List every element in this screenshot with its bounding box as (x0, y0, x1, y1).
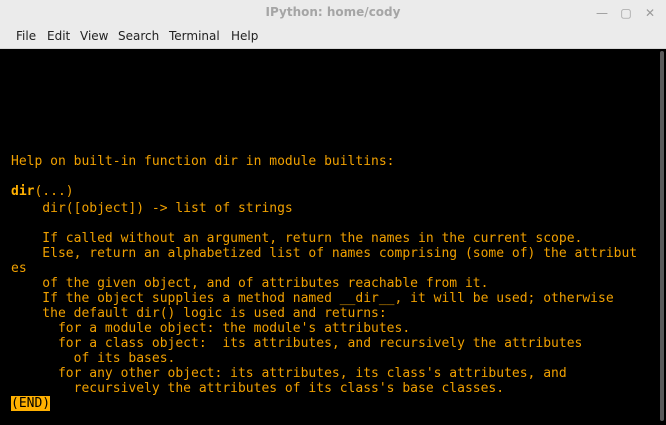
help-header-line: Help on built-in function dir in module … (11, 154, 395, 169)
window-title: IPython: home/cody (265, 5, 401, 19)
function-args: (...) (34, 184, 74, 199)
minimize-icon[interactable]: — (592, 3, 612, 23)
doc-line: If the object supplies a method named __… (11, 291, 614, 306)
doc-line: for a class object: its attributes, and … (11, 336, 583, 351)
menu-bar: File Edit View Search Terminal Help (0, 26, 666, 49)
title-bar[interactable]: IPython: home/cody — ▢ ✕ (0, 0, 666, 26)
scrollbar-thumb[interactable] (660, 51, 664, 421)
pager-end-line[interactable]: (END) (11, 396, 51, 411)
menu-view[interactable]: View (80, 29, 108, 43)
menu-edit[interactable]: Edit (47, 29, 70, 43)
doc-line: of the given object, and of attributes r… (11, 276, 489, 291)
terminal-output[interactable]: Help on built-in function dir in module … (0, 49, 657, 425)
doc-line-wrap: es (11, 261, 27, 276)
doc-line: the default dir() logic is used and retu… (11, 306, 387, 321)
doc-line: of its bases. (11, 351, 176, 366)
function-name: dir (11, 184, 35, 199)
vertical-scrollbar[interactable] (657, 49, 666, 425)
doc-line: Else, return an alphabetized list of nam… (11, 246, 638, 261)
signature-line: dir(...) (11, 184, 74, 199)
maximize-icon[interactable]: ▢ (616, 3, 636, 23)
doc-line: for a module object: the module's attrib… (11, 321, 411, 336)
terminal-window: IPython: home/cody — ▢ ✕ File Edit View … (0, 0, 666, 425)
doc-line: If called without an argument, return th… (11, 231, 583, 246)
menu-file[interactable]: File (16, 29, 36, 43)
end-marker: (END) (11, 396, 51, 411)
doc-line: for any other object: its attributes, it… (11, 366, 567, 381)
menu-search[interactable]: Search (118, 29, 159, 43)
doc-line: recursively the attributes of its class'… (11, 381, 505, 396)
close-icon[interactable]: ✕ (640, 3, 660, 23)
menu-terminal[interactable]: Terminal (169, 29, 220, 43)
doc-line: dir([object]) -> list of strings (11, 201, 293, 216)
menu-help[interactable]: Help (231, 29, 258, 43)
